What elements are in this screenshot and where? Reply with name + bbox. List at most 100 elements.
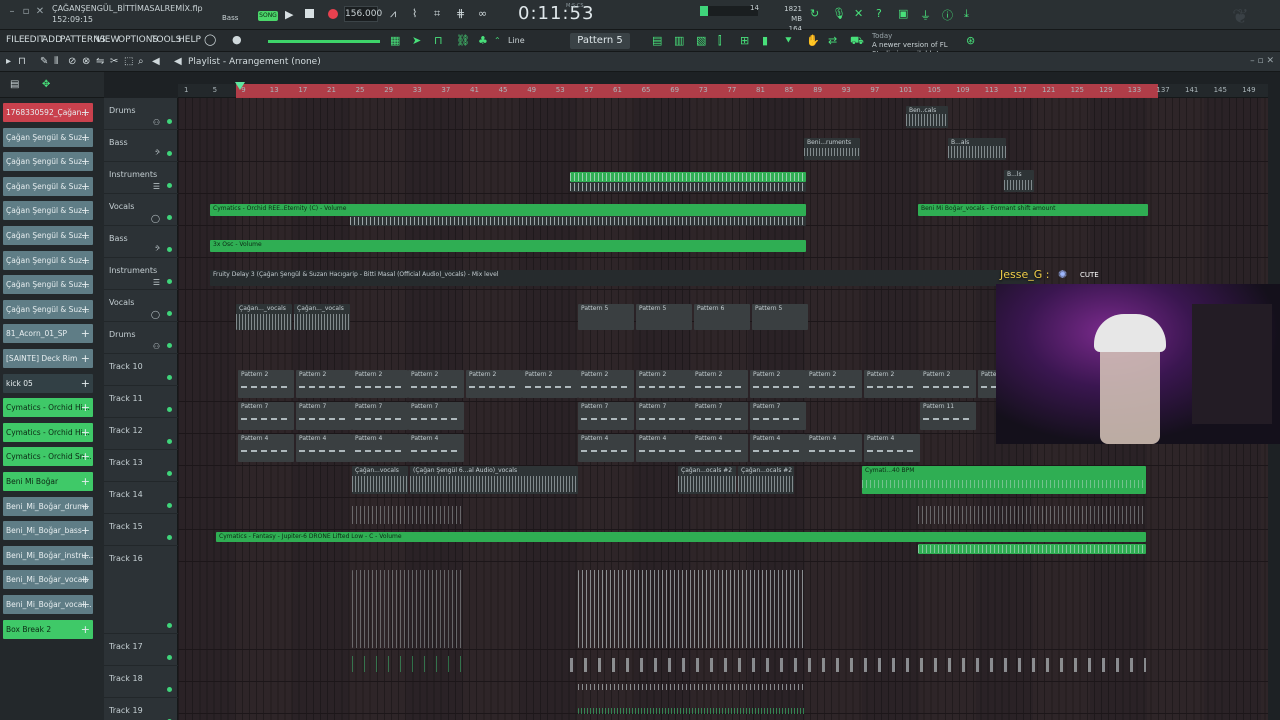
pattern-clip[interactable]: Pattern 4 xyxy=(578,434,634,462)
automation-clip[interactable]: 3x Osc - Volume xyxy=(210,240,806,252)
pattern-select[interactable]: Pattern 5 xyxy=(570,33,630,49)
track-mute-led-icon[interactable] xyxy=(167,623,172,628)
channel-button[interactable]: Beni_Mi_Boğar_instru... + xyxy=(3,545,93,565)
magnet-snap-icon[interactable]: ⊓ xyxy=(18,56,26,67)
snap-select[interactable]: Line xyxy=(508,34,558,48)
channel-button[interactable]: Cymatics - Orchid Hi... + xyxy=(3,398,93,418)
select-icon[interactable]: ⬚ xyxy=(124,56,133,67)
mute-icon[interactable]: ⊗ xyxy=(82,56,90,67)
audio-clip[interactable] xyxy=(352,570,464,648)
lane-vocals[interactable]: Cymatics - Orchid REE..Eternity (C) - Vo… xyxy=(178,194,1268,226)
zoom-icon[interactable]: ⌕ xyxy=(138,56,144,67)
lane-track-15[interactable]: Cymatics - Fantasy - Jupiter-6 DRONE Lif… xyxy=(178,530,1268,562)
lane-track-14[interactable] xyxy=(178,498,1268,530)
channel-add-icon[interactable]: + xyxy=(81,201,90,220)
channel-add-icon[interactable]: + xyxy=(81,595,90,614)
play-icon[interactable]: ▶ xyxy=(285,8,293,21)
channel-button[interactable]: 81_Acorn_01_SP + xyxy=(3,324,93,344)
channel-button[interactable]: Çağan Şengül & Suz... + xyxy=(3,152,93,172)
info-icon[interactable]: ⓘ xyxy=(942,7,953,23)
audio-clip[interactable] xyxy=(350,216,806,226)
audio-clip[interactable]: Ben..cals xyxy=(906,106,948,128)
channel-button[interactable]: Beni_Mi_Boğar_vocal... + xyxy=(3,595,93,614)
audio-clip[interactable]: B...als xyxy=(948,138,1006,160)
pattern-clip[interactable]: Pattern 2 xyxy=(578,370,634,398)
channel-rack-icon[interactable]: ▧ xyxy=(696,34,706,47)
loop-record-icon[interactable]: ∞ xyxy=(478,7,487,20)
channel-add-icon[interactable]: + xyxy=(81,177,90,196)
track-mute-led-icon[interactable] xyxy=(167,439,172,444)
pitch-knob-icon[interactable]: ◯ xyxy=(204,33,216,46)
stamp-icon[interactable]: ♣ xyxy=(478,34,488,47)
channel-add-icon[interactable]: + xyxy=(81,521,90,540)
pattern-clip[interactable] xyxy=(352,652,464,676)
pattern-clip[interactable]: Pattern 7 xyxy=(578,402,634,430)
pattern-clip[interactable]: Pattern 4 xyxy=(864,434,920,462)
delete-icon[interactable]: ⊘ xyxy=(68,56,76,67)
pattern-clip[interactable]: Pattern 2 xyxy=(466,370,522,398)
window-minimize-icon[interactable]: – xyxy=(6,6,18,18)
channel-button[interactable]: 1768330592_Çağan... + xyxy=(3,103,93,122)
track-header[interactable]: Track 17 xyxy=(104,634,178,666)
pattern-view-icon[interactable]: ▦ xyxy=(390,34,400,47)
track-header[interactable]: Instruments ☰ xyxy=(104,162,178,194)
piano-roll-icon[interactable]: ▥ xyxy=(674,34,684,47)
channel-add-icon[interactable]: + xyxy=(81,349,90,368)
channel-add-icon[interactable]: + xyxy=(81,398,90,417)
arrow-icon[interactable]: ➤ xyxy=(412,34,421,47)
news-refresh-icon[interactable]: ⊛ xyxy=(966,34,975,47)
track-header[interactable]: Track 11 xyxy=(104,386,178,418)
pattern-clip[interactable]: Pattern 7 xyxy=(636,402,692,430)
channel-button[interactable]: Cymatics - Orchid Hi... + xyxy=(3,422,93,442)
channel-button[interactable]: Beni_Mi_Boğar_drums + xyxy=(3,496,93,516)
track-header[interactable]: Drums ⚇ xyxy=(104,98,178,130)
slice-icon[interactable]: ✂ xyxy=(110,56,118,67)
channel-button[interactable]: Çağan Şengül & Suz... + xyxy=(3,275,93,295)
track-header[interactable]: Bass 𝄢 xyxy=(104,226,178,258)
menu-view[interactable]: VIEW xyxy=(96,35,119,45)
audio-clip[interactable] xyxy=(352,504,464,526)
lane-track-18[interactable] xyxy=(178,682,1268,714)
menu-tools[interactable]: TOOLS xyxy=(151,35,181,45)
help-icon[interactable]: ? xyxy=(876,7,882,20)
channel-add-icon[interactable]: + xyxy=(81,226,90,245)
pattern-clip[interactable]: Pattern 2 xyxy=(238,370,294,398)
lane-track-17[interactable] xyxy=(178,650,1268,682)
pattern-clip[interactable]: Pattern 4 xyxy=(238,434,294,462)
lane-bass[interactable]: Beni...ruments B...als xyxy=(178,130,1268,162)
tempo-display[interactable]: 156.000 xyxy=(344,6,382,22)
rack-move-icon[interactable]: ✥ xyxy=(42,79,50,90)
pattern-clip[interactable]: Pattern 2 xyxy=(636,370,692,398)
stop-icon[interactable] xyxy=(305,9,314,18)
pattern-clip[interactable] xyxy=(570,172,806,182)
export-icon[interactable]: ⤓ xyxy=(964,7,969,21)
channel-button[interactable]: Çağan Şengül & Suz... + xyxy=(3,250,93,270)
channel-button[interactable]: Çağan Şengül & Suz... + xyxy=(3,176,93,196)
pattern-clip[interactable]: Pattern 7 xyxy=(296,402,352,430)
channel-button[interactable]: Beni_Mi_Boğar_bass + xyxy=(3,521,93,541)
pattern-clip[interactable]: Pattern 2 xyxy=(296,370,352,398)
audio-clip[interactable] xyxy=(578,682,806,694)
pattern-clip[interactable]: Pattern 2 xyxy=(408,370,464,398)
track-mute-led-icon[interactable] xyxy=(167,183,172,188)
pattern-clip[interactable]: Pattern 7 xyxy=(692,402,748,430)
channel-add-icon[interactable]: + xyxy=(81,128,90,147)
tools-icon[interactable]: ✕ xyxy=(854,7,863,20)
pattern-clip[interactable]: Pattern 2 xyxy=(864,370,920,398)
automation-clip[interactable] xyxy=(918,544,1146,554)
audio-clip[interactable]: B...ls xyxy=(1004,170,1034,192)
paint-icon[interactable]: ⦀ xyxy=(54,56,58,67)
track-header[interactable]: Instruments ☰ xyxy=(104,258,178,290)
channel-button[interactable]: Çağan Şengül & Suz... + xyxy=(3,127,93,147)
song-mode-toggle[interactable]: SONG xyxy=(258,11,278,21)
pattern-clip[interactable]: Pattern 4 xyxy=(806,434,862,462)
pattern-prev-icon[interactable]: ◀ xyxy=(174,56,182,67)
track-header[interactable]: Vocals ◯ xyxy=(104,290,178,322)
channel-button[interactable]: Box Break 2 + xyxy=(3,619,93,639)
audio-clip[interactable] xyxy=(570,654,1146,676)
playlist-window-controls-icon[interactable]: – ▫ ✕ xyxy=(1250,56,1274,66)
channel-button[interactable]: [SAINTE] Deck Rim + xyxy=(3,349,93,368)
track-header[interactable]: Track 18 xyxy=(104,666,178,698)
pattern-clip[interactable] xyxy=(578,708,806,714)
lane-track-13[interactable]: Çağan...vocals (Çağan Şengül 6...al Audi… xyxy=(178,466,1268,498)
